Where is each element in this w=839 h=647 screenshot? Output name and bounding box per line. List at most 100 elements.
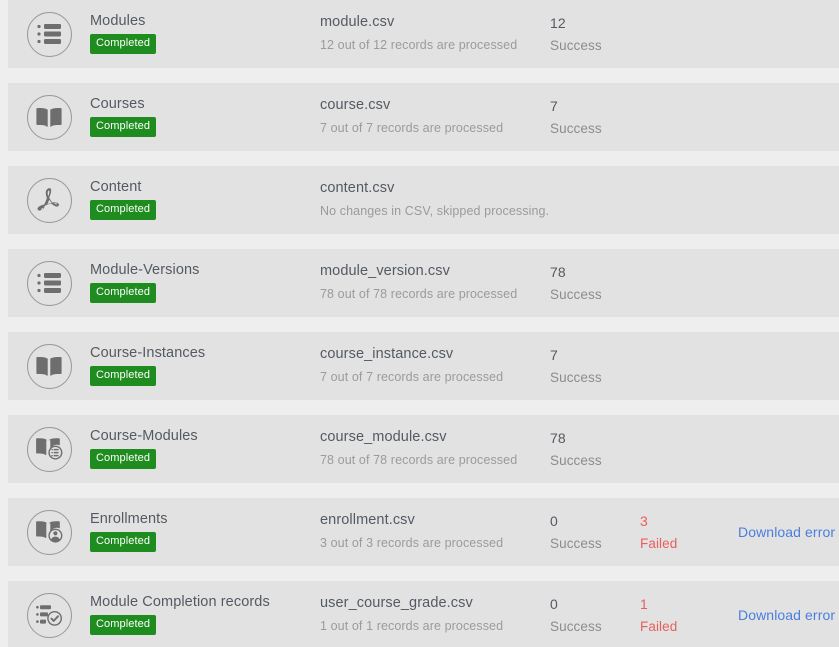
import-row: Content Completed content.csv No changes…	[8, 166, 839, 234]
file-name: course_instance.csv	[320, 346, 454, 363]
entity-name: Course-Instances	[90, 344, 206, 361]
row-name-cell: Content Completed	[90, 178, 320, 221]
list-icon-glyph	[37, 24, 61, 44]
import-row: Course-Modules Completed course_module.c…	[8, 415, 839, 483]
row-file-cell: module.csv 12 out of 12 records are proc…	[320, 14, 550, 53]
success-count: 0	[550, 595, 558, 612]
row-name-cell: Modules Completed	[90, 13, 320, 55]
success-label: Success	[550, 369, 602, 385]
success-label: Success	[550, 618, 602, 634]
row-icon-cell	[8, 509, 90, 555]
row-file-cell: content.csv No changes in CSV, skipped p…	[320, 180, 550, 219]
success-count-cell: 7 Success	[550, 348, 640, 385]
row-action-cell: Download error records	[730, 524, 839, 540]
row-file-cell: course_module.csv 78 out of 78 records a…	[320, 429, 550, 468]
import-row: Course-Instances Completed course_instan…	[8, 332, 839, 400]
status-badge: Completed	[90, 615, 157, 636]
success-label: Success	[550, 120, 602, 136]
status-badge: Completed	[90, 200, 157, 221]
file-name: content.csv	[320, 180, 395, 197]
success-count: 78	[550, 263, 566, 280]
row-file-cell: course.csv 7 out of 7 records are proces…	[320, 97, 550, 136]
row-name-cell: Module Completion records Completed	[90, 594, 320, 636]
row-icon-cell	[8, 592, 90, 638]
import-row: Module Completion records Completed user…	[8, 581, 839, 647]
entity-name: Enrollments	[90, 510, 168, 527]
status-badge: Completed	[90, 34, 157, 55]
row-name-cell: Course-Instances Completed	[90, 344, 320, 387]
entity-name: Courses	[90, 95, 145, 112]
file-name: module_version.csv	[320, 263, 450, 280]
failed-count-cell: 3 Failed	[640, 514, 730, 551]
row-name-cell: Courses Completed	[90, 95, 320, 138]
success-label: Success	[550, 286, 602, 302]
file-note: 78 out of 78 records are processed	[320, 453, 518, 468]
pdf-icon	[26, 177, 72, 223]
import-status-list: Modules Completed module.csv 12 out of 1…	[0, 0, 839, 647]
list-icon-glyph	[37, 273, 61, 293]
success-label: Success	[550, 452, 602, 468]
row-icon-cell	[8, 177, 90, 223]
checklist-icon	[26, 592, 72, 638]
row-file-cell: module_version.csv 78 out of 78 records …	[320, 263, 550, 302]
success-count-cell: 78 Success	[550, 431, 640, 468]
download-error-records-link[interactable]: Download error records	[738, 524, 839, 540]
import-row: Module-Versions Completed module_version…	[8, 249, 839, 317]
success-count-cell: 7 Success	[550, 99, 640, 136]
success-label: Success	[550, 37, 602, 53]
file-note: No changes in CSV, skipped processing.	[320, 204, 550, 219]
download-error-records-link[interactable]: Download error records	[738, 607, 839, 623]
status-badge: Completed	[90, 283, 157, 304]
row-name-cell: Course-Modules Completed	[90, 427, 320, 470]
success-count-cell: 0 Success	[550, 514, 640, 551]
success-count-cell: 12 Success	[550, 16, 640, 53]
success-count: 7	[550, 97, 558, 114]
success-label: Success	[550, 535, 602, 551]
entity-name: Content	[90, 178, 142, 195]
row-name-cell: Module-Versions Completed	[90, 261, 320, 304]
book-list-icon	[26, 426, 72, 472]
row-icon-cell	[8, 11, 90, 57]
status-badge: Completed	[90, 117, 157, 138]
file-note: 78 out of 78 records are processed	[320, 287, 518, 302]
success-count-cell: 78 Success	[550, 265, 640, 302]
success-count: 0	[550, 512, 558, 529]
entity-name: Course-Modules	[90, 427, 198, 444]
row-icon-cell	[8, 260, 90, 306]
checklist-icon-glyph	[36, 605, 62, 626]
book-user-icon-glyph	[36, 521, 63, 543]
entity-name: Module-Versions	[90, 261, 200, 278]
row-file-cell: enrollment.csv 3 out of 3 records are pr…	[320, 512, 550, 551]
import-row: Enrollments Completed enrollment.csv 3 o…	[8, 498, 839, 566]
book-icon	[26, 94, 72, 140]
row-name-cell: Enrollments Completed	[90, 510, 320, 553]
success-count: 78	[550, 429, 566, 446]
status-badge: Completed	[90, 449, 157, 470]
book-icon	[26, 343, 72, 389]
book-icon-glyph	[36, 357, 62, 376]
failed-label: Failed	[640, 618, 678, 634]
file-note: 7 out of 7 records are processed	[320, 370, 504, 385]
book-list-icon-glyph	[36, 438, 63, 460]
book-user-icon	[26, 509, 72, 555]
failed-count: 1	[640, 595, 648, 612]
failed-count-cell: 1 Failed	[640, 597, 730, 634]
file-name: module.csv	[320, 14, 395, 31]
row-icon-cell	[8, 343, 90, 389]
file-note: 3 out of 3 records are processed	[320, 536, 504, 551]
failed-count: 3	[640, 512, 648, 529]
file-name: course.csv	[320, 97, 391, 114]
list-icon	[26, 11, 72, 57]
file-note: 1 out of 1 records are processed	[320, 619, 504, 634]
row-action-cell: Download error records	[730, 607, 839, 623]
row-file-cell: user_course_grade.csv 1 out of 1 records…	[320, 595, 550, 634]
file-name: enrollment.csv	[320, 512, 415, 529]
row-icon-cell	[8, 426, 90, 472]
status-badge: Completed	[90, 366, 157, 387]
row-file-cell: course_instance.csv 7 out of 7 records a…	[320, 346, 550, 385]
file-name: course_module.csv	[320, 429, 447, 446]
import-row: Courses Completed course.csv 7 out of 7 …	[8, 83, 839, 151]
file-note: 12 out of 12 records are processed	[320, 38, 518, 53]
import-row: Modules Completed module.csv 12 out of 1…	[8, 0, 839, 68]
status-badge: Completed	[90, 532, 157, 553]
